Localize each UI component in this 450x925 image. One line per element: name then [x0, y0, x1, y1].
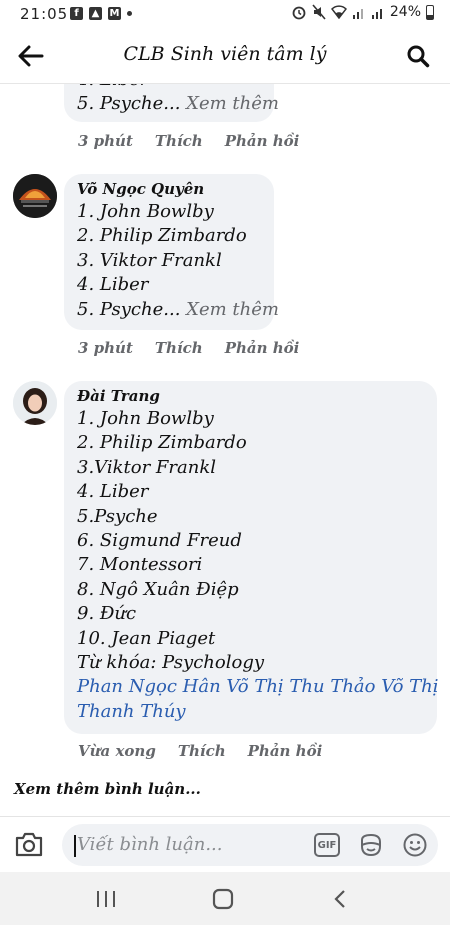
signal-icon-1 — [352, 9, 363, 19]
sticker-icon — [361, 833, 381, 857]
comment-line: 2. Philip Zimbardo — [77, 225, 247, 247]
comment-actions: Vừa xong Thích Phản hồi — [78, 742, 322, 760]
camera-button[interactable] — [14, 830, 48, 860]
comment-line: 8. Ngô Xuân Điệp — [77, 578, 239, 600]
comment-input-placeholder: Viết bình luận... — [77, 834, 223, 855]
tag-link[interactable]: Võ Thị — [381, 676, 438, 697]
gallery-icon: ▲ — [89, 7, 102, 20]
like-button[interactable]: Thích — [155, 132, 203, 150]
comment-line: 4. Liber — [77, 84, 261, 92]
comment-line: 3.Viktor Frankl — [77, 456, 216, 478]
comment-line: 7. Montessori — [77, 554, 203, 576]
comment-line: 5. Psyche... Xem thêm — [77, 298, 279, 322]
comment-line: 3. Viktor Frankl — [77, 249, 222, 271]
avatar-image — [13, 174, 57, 218]
comment-author[interactable]: Đài Trang — [77, 387, 424, 405]
wifi-icon — [330, 5, 347, 19]
like-button[interactable]: Thích — [155, 339, 203, 357]
gmail-icon: M — [108, 7, 121, 20]
see-more-link[interactable]: Xem thêm — [186, 299, 279, 320]
comment-line: 4. Liber — [77, 481, 149, 503]
notification-icons: f ▲ M — [70, 7, 132, 20]
comment-time: Vừa xong — [78, 742, 156, 760]
comment-feed[interactable]: 4. Liber 5. Psyche... Xem thêm 3 phút Th… — [0, 84, 450, 816]
comment-actions: 3 phút Thích Phản hồi — [78, 132, 299, 150]
comment-bubble: 4. Liber 5. Psyche... Xem thêm — [64, 84, 279, 122]
comment-line: 5. Psyche... Xem thêm — [77, 92, 279, 116]
see-more-link[interactable]: Xem thêm — [186, 93, 279, 114]
comment-line: 2. Philip Zimbardo — [77, 432, 247, 454]
reply-button[interactable]: Phản hồi — [225, 132, 300, 150]
battery-icon — [426, 4, 434, 20]
avatar[interactable] — [13, 381, 57, 425]
page-title: CLB Sinh viên tâm lý — [123, 43, 327, 65]
comment-line: 1. John Bowlby — [77, 201, 214, 222]
battery-percent: 24% — [389, 4, 421, 20]
comment-input[interactable]: Viết bình luận... GIF — [62, 824, 438, 866]
chevron-left-icon — [334, 890, 345, 908]
comment-line: 1. John Bowlby — [77, 408, 214, 429]
like-button[interactable]: Thích — [178, 742, 226, 760]
home-icon — [212, 888, 234, 910]
tag-line: Phan Ngọc Hân Võ Thị Thu Thảo Võ Thị — [77, 675, 438, 699]
reply-button[interactable]: Phản hồi — [248, 742, 323, 760]
comment-line: 4. Liber — [77, 274, 149, 296]
alarm-icon — [292, 6, 306, 20]
app-header: CLB Sinh viên tâm lý — [0, 28, 450, 84]
status-right: 24% — [291, 4, 434, 20]
comment-bubble: Đài Trang 1. John Bowlby 2. Philip Zimba… — [64, 381, 438, 734]
facebook-icon: f — [70, 7, 83, 20]
tag-link[interactable]: Võ Thị Thu Thảo — [226, 676, 375, 697]
gif-button[interactable]: GIF — [314, 833, 340, 857]
comment-time: 3 phút — [78, 339, 133, 357]
search-icon — [407, 45, 430, 68]
tag-link[interactable]: Phan Ngọc Hân — [77, 676, 221, 697]
comment-line: 9. Đức — [77, 603, 137, 625]
camera-icon — [15, 832, 43, 857]
sticker-button[interactable] — [358, 832, 384, 858]
system-nav-bar — [0, 872, 450, 925]
comment-line: 6. Sigmund Freud — [77, 530, 242, 552]
home-button[interactable] — [203, 886, 243, 912]
signal-icon-2 — [371, 9, 382, 19]
tag-link[interactable]: Thanh Thúy — [77, 701, 186, 722]
comment-bubble: Võ Ngọc Quyên 1. John Bowlby 2. Philip Z… — [64, 174, 279, 330]
comment-actions: 3 phút Thích Phản hồi — [78, 339, 299, 357]
tag-line: Thanh Thúy — [77, 700, 424, 724]
avatar-image — [13, 381, 57, 425]
emoji-button[interactable] — [402, 832, 428, 858]
more-notifications-icon — [127, 11, 132, 16]
back-nav-button[interactable] — [320, 886, 360, 912]
comment-composer: Viết bình luận... GIF — [0, 816, 450, 872]
status-time: 21:05 — [20, 5, 69, 23]
comment-author[interactable]: Võ Ngọc Quyên — [77, 180, 261, 198]
recent-apps-icon — [97, 891, 115, 907]
comment-truncated-text: 5. Psyche... — [77, 93, 181, 115]
see-more-comments-link[interactable]: Xem thêm bình luận... — [14, 780, 201, 798]
comment-line: 10. Jean Piaget — [77, 627, 216, 649]
mute-icon — [312, 4, 326, 20]
emoji-icon — [403, 833, 427, 857]
reply-button[interactable]: Phản hồi — [225, 339, 300, 357]
comment-truncated-text: 5. Psyche... — [77, 298, 181, 320]
comment-line: 5.Psyche — [77, 505, 158, 527]
status-bar: 21:05 f ▲ M 24% — [0, 0, 450, 28]
search-button[interactable] — [402, 40, 434, 72]
comment-time: 3 phút — [78, 132, 133, 150]
avatar[interactable] — [13, 174, 57, 218]
recent-apps-button[interactable] — [86, 886, 126, 912]
comment-line: Từ khóa: Psychology — [77, 652, 265, 674]
text-cursor — [74, 835, 76, 857]
